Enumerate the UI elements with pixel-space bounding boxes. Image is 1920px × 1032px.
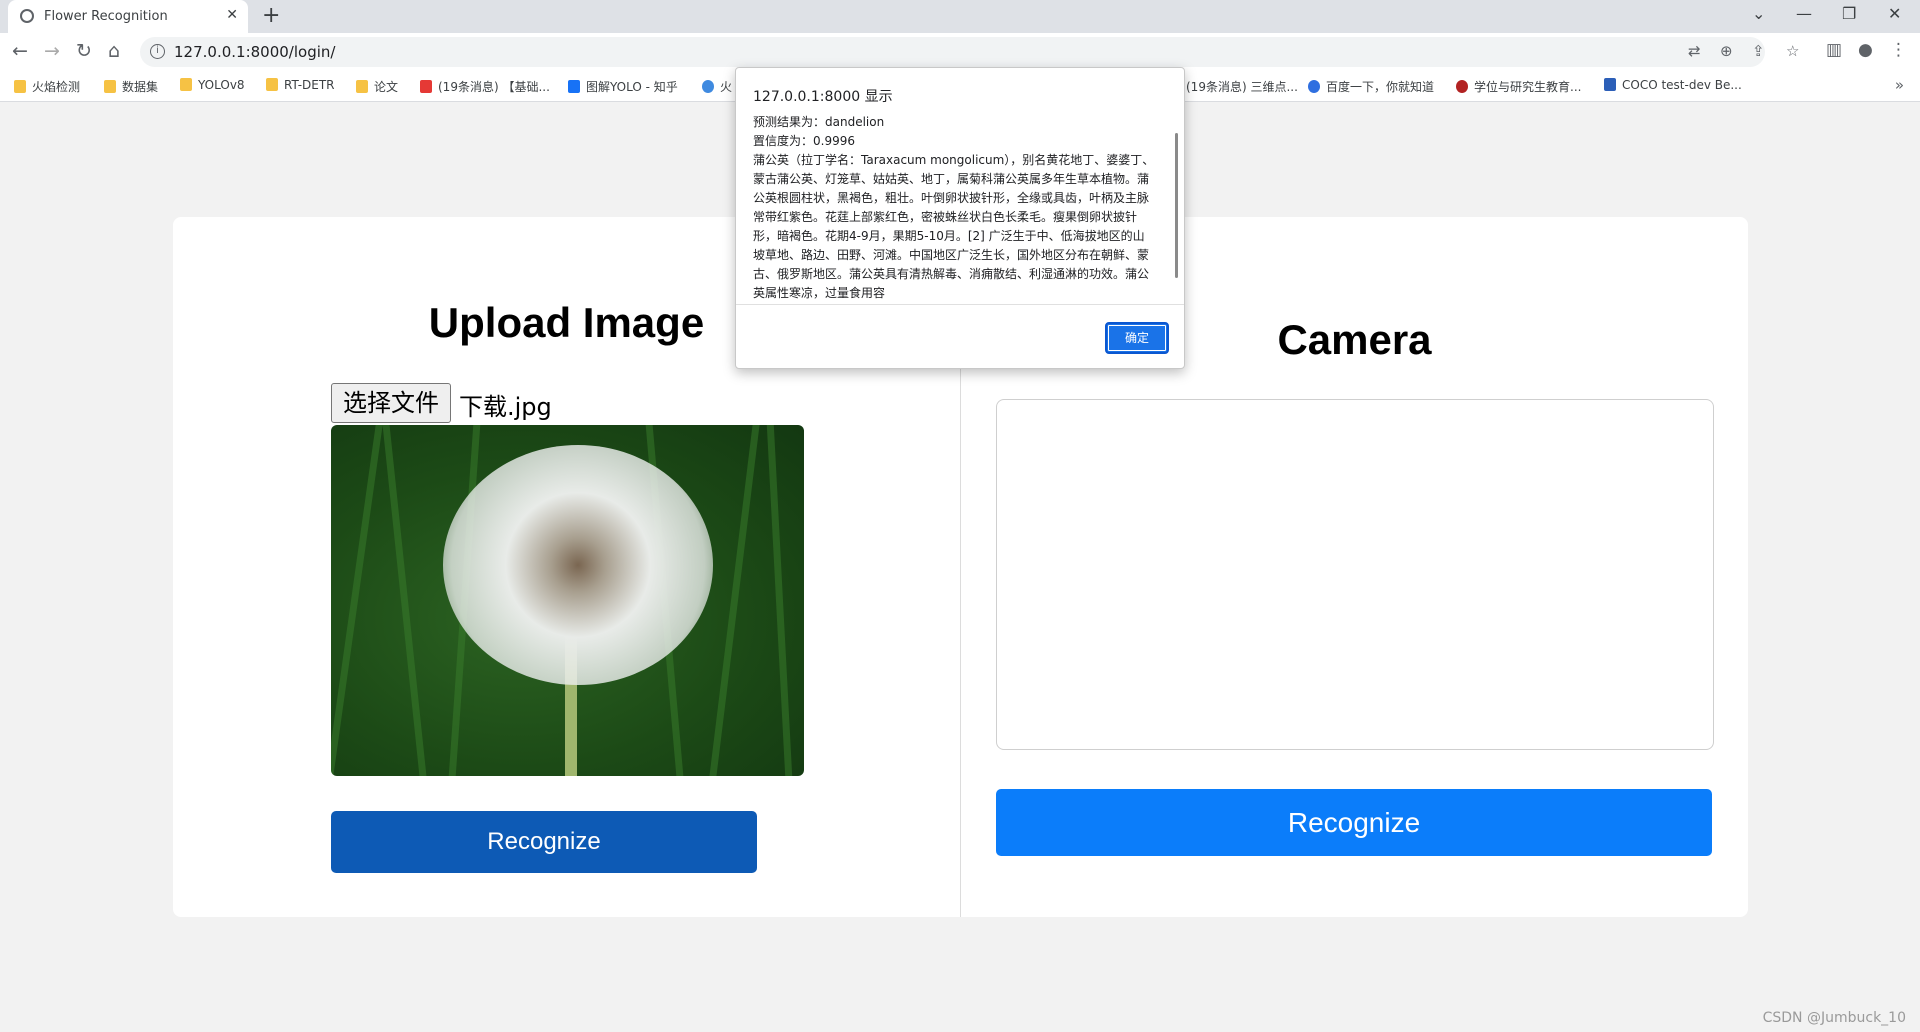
- grass-blade: [331, 425, 383, 776]
- menu-icon[interactable]: ⋮: [1890, 40, 1907, 60]
- dialog-message: 预测结果为：dandelion 置信度为：0.9996 蒲公英（拉丁学名：Tar…: [753, 113, 1155, 303]
- back-icon[interactable]: ←: [12, 40, 28, 62]
- dialog-separator: [736, 304, 1184, 305]
- grass-blade: [709, 425, 760, 776]
- browser-tab[interactable]: Flower Recognition ✕: [8, 0, 248, 33]
- bookmark-item[interactable]: 数据集: [104, 78, 158, 95]
- dialog-title: 127.0.0.1:8000 显示: [753, 89, 893, 105]
- bookmark-item[interactable]: RT-DETR: [266, 78, 335, 92]
- bookmark-item[interactable]: (19条消息) 三维点...: [1186, 78, 1298, 95]
- bookmark-item[interactable]: 论文: [356, 78, 398, 95]
- flower-description: 蒲公英（拉丁学名：Taraxacum mongolicum），别名黄花地丁、婆婆…: [753, 153, 1155, 300]
- watermark: CSDN @Jumbuck_10: [1762, 1010, 1906, 1026]
- url-text[interactable]: 127.0.0.1:8000/login/: [174, 43, 335, 61]
- address-bar[interactable]: i 127.0.0.1:8000/login/ ⇄ ⊕ ⇪ ☆: [140, 37, 1799, 67]
- scrollbar-thumb[interactable]: [1175, 133, 1178, 278]
- baidu-icon: [1308, 80, 1320, 93]
- bookmarks-overflow-icon[interactable]: »: [1895, 76, 1904, 94]
- folder-icon: [266, 78, 278, 91]
- choose-file-button[interactable]: 选择文件: [331, 383, 451, 423]
- close-tab-icon[interactable]: ✕: [226, 7, 238, 23]
- bookmark-item[interactable]: 火: [702, 78, 732, 95]
- bookmark-item[interactable]: YOLOv8: [180, 78, 245, 92]
- dandelion-seed-head: [443, 445, 713, 685]
- bookmark-star-icon[interactable]: ☆: [1786, 42, 1799, 60]
- reload-icon[interactable]: ↻: [76, 40, 92, 62]
- csdn-icon: [420, 80, 432, 93]
- uploaded-image-preview: [331, 425, 804, 776]
- prediction-result: 预测结果为：dandelion: [753, 115, 885, 129]
- bookmark-item[interactable]: 火焰检测: [14, 78, 80, 95]
- upload-recognize-button[interactable]: Recognize: [331, 811, 757, 873]
- bookmark-item[interactable]: 图解YOLO - 知乎: [568, 78, 678, 95]
- chart-icon: [1604, 78, 1616, 91]
- minimize-button[interactable]: —: [1796, 4, 1812, 23]
- folder-icon: [180, 78, 192, 91]
- bookmark-item[interactable]: 百度一下，你就知道: [1308, 78, 1434, 95]
- ok-button[interactable]: 确定: [1105, 322, 1169, 354]
- tab-title: Flower Recognition: [44, 9, 168, 24]
- bookmark-item[interactable]: COCO test-dev Be...: [1604, 78, 1742, 92]
- profile-icon[interactable]: ●: [1858, 40, 1873, 60]
- zoom-icon[interactable]: ⊕: [1720, 42, 1733, 60]
- bookmark-item[interactable]: (19条消息) 【基础...: [420, 78, 550, 95]
- site-info-icon[interactable]: i: [150, 44, 165, 59]
- share-icon[interactable]: ⇪: [1752, 42, 1765, 60]
- selected-file-name: 下载.jpg: [459, 393, 552, 421]
- folder-icon: [14, 80, 26, 93]
- tab-strip: Flower Recognition ✕ + ⌄ — ❐ ✕: [0, 0, 1920, 33]
- forward-icon[interactable]: →: [44, 40, 60, 62]
- dialog-scrollbar[interactable]: [1173, 113, 1181, 303]
- translate-icon[interactable]: ⇄: [1688, 42, 1701, 60]
- grass-blade: [766, 425, 793, 776]
- confidence-value: 置信度为：0.9996: [753, 134, 855, 148]
- link-icon: [702, 80, 714, 93]
- folder-icon: [104, 80, 116, 93]
- globe-icon: [20, 9, 34, 23]
- university-icon: [1456, 80, 1468, 93]
- bookmark-item[interactable]: 学位与研究生教育...: [1456, 78, 1581, 95]
- side-panel-icon[interactable]: ▥: [1826, 40, 1842, 60]
- browser-toolbar: ← → ↻ ⌂ i 127.0.0.1:8000/login/ ⇄ ⊕ ⇪ ☆ …: [0, 33, 1920, 71]
- camera-video-area: [996, 399, 1714, 750]
- alert-dialog: 127.0.0.1:8000 显示 预测结果为：dandelion 置信度为：0…: [735, 67, 1185, 369]
- folder-icon: [356, 80, 368, 93]
- camera-recognize-button[interactable]: Recognize: [996, 789, 1712, 856]
- new-tab-button[interactable]: +: [262, 3, 280, 28]
- home-icon[interactable]: ⌂: [108, 40, 120, 62]
- tab-search-icon[interactable]: ⌄: [1752, 4, 1765, 23]
- zhihu-icon: [568, 80, 580, 93]
- grass-blade: [382, 425, 427, 776]
- restore-button[interactable]: ❐: [1842, 4, 1856, 23]
- close-window-button[interactable]: ✕: [1888, 4, 1901, 23]
